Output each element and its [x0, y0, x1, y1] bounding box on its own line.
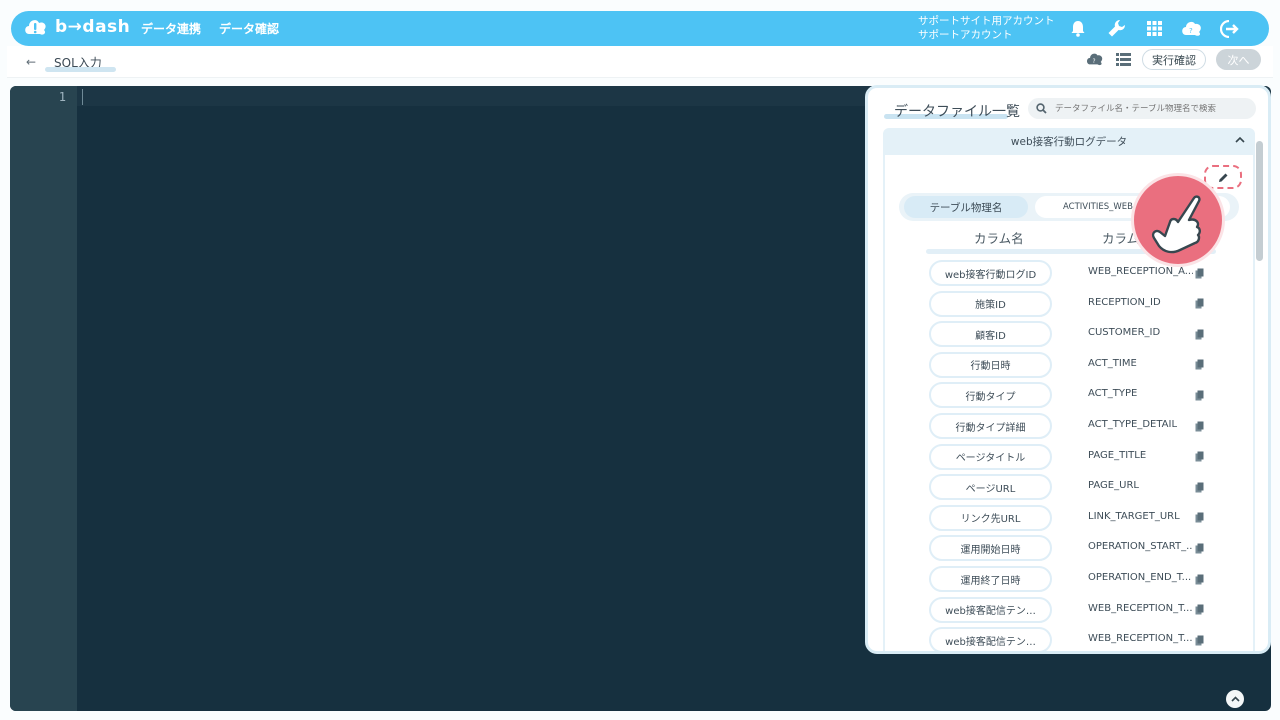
data-file-search[interactable]	[1028, 98, 1256, 119]
app-root: b→dash データ連携 データ確認 サポートサイト用アカウント サポートアカウ…	[0, 0, 1280, 720]
column-row: 運用終了日時 OPERATION_END_T...	[868, 566, 1268, 593]
column-row: 運用開始日時 OPERATION_START_...	[868, 535, 1268, 562]
wrench-icon[interactable]	[1103, 16, 1129, 42]
column-physical-name: OPERATION_END_T...	[1088, 572, 1192, 583]
data-file-panel: データファイル一覧 web接客行動ログデータ テーブル物理名 ACTIVITIE…	[865, 85, 1271, 654]
copy-icon[interactable]	[1193, 327, 1205, 341]
column-row: 施策ID RECEPTION_ID	[868, 290, 1268, 318]
top-header-bar: b→dash データ連携 データ確認 サポートサイト用アカウント サポートアカウ…	[11, 11, 1269, 46]
sub-header-actions: ? 実行確認 次へ	[1086, 49, 1261, 70]
column-logical-name[interactable]: ページURL	[929, 474, 1052, 501]
column-logical-name[interactable]: ページタイトル	[929, 443, 1052, 470]
copy-icon[interactable]	[1193, 572, 1205, 586]
chevron-up-icon[interactable]	[1235, 133, 1245, 146]
breadcrumb-underline	[45, 67, 116, 72]
column-physical-name: PAGE_URL	[1088, 480, 1139, 492]
column-row: ページURL PAGE_URL	[868, 474, 1268, 501]
nav-data-integration[interactable]: データ連携	[141, 20, 201, 37]
column-physical-name: ACT_TYPE_DETAIL	[1088, 419, 1178, 430]
panel-title: データファイル一覧	[894, 104, 1020, 120]
copy-icon[interactable]	[1193, 388, 1205, 402]
column-logical-name[interactable]: リンク先URL	[929, 504, 1052, 531]
column-row: web接客行動ログID WEB_RECEPTION_A...	[868, 260, 1268, 287]
main-nav: データ連携 データ確認	[141, 11, 279, 46]
account-site-label: サポートサイト用アカウント	[918, 15, 1055, 27]
column-row: web接客配信テン… WEB_RECEPTION_T...	[868, 596, 1268, 624]
column-logical-name[interactable]: 顧客ID	[929, 321, 1052, 348]
scrollbar-thumb[interactable]	[1256, 141, 1263, 261]
cloud-logo-icon	[25, 20, 46, 35]
column-logical-name[interactable]: 行動タイプ	[929, 382, 1052, 409]
column-logical-name[interactable]: web接客配信テン…	[929, 596, 1052, 623]
column-physical-name: WEB_RECEPTION_T...	[1088, 633, 1193, 645]
column-physical-name: WEB_RECEPTION_T...	[1088, 602, 1193, 614]
header-icons: ?	[1065, 11, 1243, 46]
logo[interactable]: b→dash	[23, 16, 130, 38]
account-info[interactable]: サポートサイト用アカウント サポートアカウント	[918, 14, 1055, 42]
column-physical-name: ACT_TIME	[1088, 357, 1137, 369]
logout-icon[interactable]	[1217, 16, 1243, 42]
copy-icon[interactable]	[1193, 633, 1205, 647]
grid-icon[interactable]	[1141, 16, 1167, 42]
line-number: 1	[58, 90, 66, 104]
table-list-icon[interactable]	[1114, 51, 1132, 69]
column-row: 顧客ID CUSTOMER_ID	[868, 321, 1268, 348]
copy-icon[interactable]	[1193, 358, 1205, 372]
tap-hand-pointer	[1131, 173, 1225, 267]
execute-check-button[interactable]: 実行確認	[1142, 49, 1206, 70]
column-physical-name: ACT_TYPE	[1088, 388, 1138, 400]
column-row: ページタイトル PAGE_TITLE	[868, 443, 1268, 471]
text-cursor	[82, 89, 83, 105]
column-row: web接客配信テン… WEB_RECEPTION_T...	[868, 627, 1268, 651]
search-icon	[1036, 103, 1047, 114]
column-physical-name: LINK_TARGET_URL	[1088, 510, 1180, 522]
hand-pointer-icon	[1151, 195, 1201, 254]
column-logical-name[interactable]: 運用開始日時	[929, 535, 1052, 562]
column-row: 行動タイプ詳細 ACT_TYPE_DETAIL	[868, 413, 1268, 440]
column-logical-name[interactable]: 行動日時	[929, 351, 1052, 378]
copy-icon[interactable]	[1193, 480, 1205, 494]
svg-text:?: ?	[1093, 59, 1096, 65]
column-physical-name: PAGE_TITLE	[1088, 449, 1147, 461]
copy-icon[interactable]	[1193, 266, 1205, 280]
table-physical-name-label: テーブル物理名	[904, 196, 1028, 218]
column-logical-name[interactable]: 行動タイプ詳細	[929, 413, 1052, 439]
logo-text: b→dash	[55, 17, 131, 37]
column-row: リンク先URL LINK_TARGET_URL	[868, 504, 1268, 532]
copy-icon[interactable]	[1193, 603, 1205, 617]
editor-gutter: 1	[10, 86, 77, 711]
search-input[interactable]	[1055, 103, 1245, 114]
column-row: 行動日時 ACT_TIME	[868, 351, 1268, 379]
accordion-header[interactable]: web接客行動ログデータ	[883, 128, 1255, 155]
column-logical-name[interactable]: 施策ID	[929, 290, 1052, 317]
copy-icon[interactable]	[1193, 511, 1205, 525]
column-physical-name: CUSTOMER_ID	[1088, 327, 1161, 339]
column-physical-name: RECEPTION_ID	[1088, 296, 1161, 308]
svg-text:?: ?	[1189, 27, 1193, 35]
next-button[interactable]: 次へ	[1216, 49, 1261, 70]
chat-icon[interactable]: ?	[1179, 16, 1205, 42]
column-logical-name[interactable]: 運用終了日時	[929, 566, 1052, 592]
column-logical-name[interactable]: web接客行動ログID	[929, 260, 1052, 286]
column-logical-header: カラム名	[974, 231, 1024, 246]
bell-icon[interactable]	[1065, 16, 1091, 42]
help-chat-icon[interactable]: ?	[1086, 51, 1104, 69]
copy-icon[interactable]	[1193, 541, 1205, 555]
copy-icon[interactable]	[1193, 297, 1205, 311]
copy-icon[interactable]	[1193, 450, 1205, 464]
accordion-title: web接客行動ログデータ	[1010, 136, 1128, 148]
column-logical-name[interactable]: web接客配信テン…	[929, 627, 1052, 651]
back-arrow-icon[interactable]: ←	[26, 55, 36, 69]
column-row: 行動タイプ ACT_TYPE	[868, 382, 1268, 409]
copy-icon[interactable]	[1193, 419, 1205, 433]
account-user-label: サポートアカウント	[918, 29, 1013, 41]
nav-data-check[interactable]: データ確認	[219, 20, 279, 37]
column-physical-name: OPERATION_START_...	[1088, 541, 1193, 553]
sub-header: ← SQL入力 ? 実行確認 次へ	[7, 46, 1273, 78]
scroll-to-top-icon[interactable]	[1226, 690, 1244, 708]
